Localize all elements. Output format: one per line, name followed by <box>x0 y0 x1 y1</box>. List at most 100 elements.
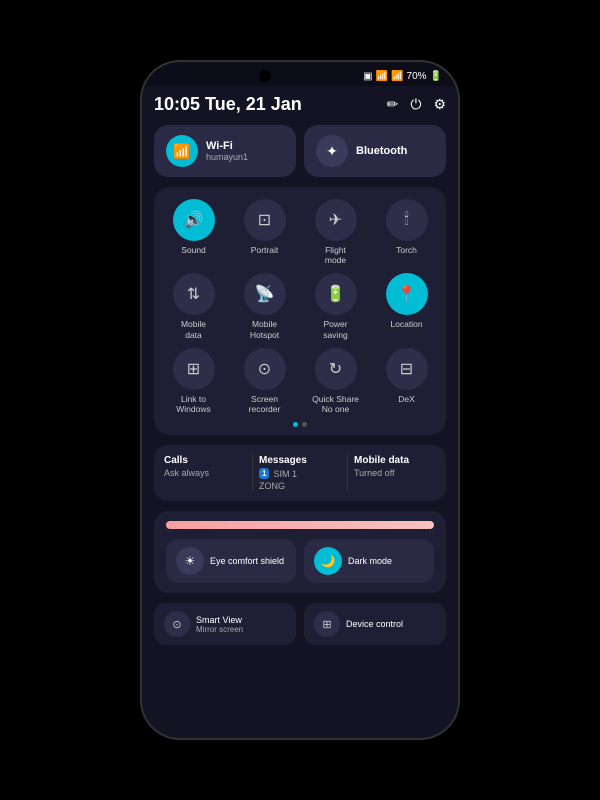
brightness-section: ☀ Eye comfort shield 🌙 Dark mode <box>154 511 446 593</box>
bluetooth-label: Bluetooth <box>356 145 407 157</box>
flight-label: Flight mode <box>325 245 346 265</box>
sim-number-badge: 1 <box>259 468 269 479</box>
quick-item-mobile-data[interactable]: ⇅ Mobile data <box>162 273 225 339</box>
dark-mode-icon: 🌙 <box>314 547 342 575</box>
comfort-row: ☀ Eye comfort shield 🌙 Dark mode <box>166 539 434 583</box>
device-control-icon: ⊞ <box>314 611 340 637</box>
link-windows-icon: ⊞ <box>173 348 215 390</box>
page-dot-1 <box>293 422 298 427</box>
header-row: 10:05 Tue, 21 Jan ✏ ⏻ ⚙ <box>154 94 446 115</box>
bottom-tile-device-control[interactable]: ⊞ Device control <box>304 603 446 645</box>
settings-icon[interactable]: ⚙ <box>433 96 446 113</box>
calls-title: Calls <box>164 455 246 466</box>
smart-view-icon: ⊙ <box>164 611 190 637</box>
messages-detail: 1 SIM 1 <box>259 468 341 479</box>
sim-network: SIM 1 <box>273 469 297 479</box>
notification-panel: 10:05 Tue, 21 Jan ✏ ⏻ ⚙ 📶 Wi-Fi humayun1… <box>142 86 458 738</box>
device-control-label: Device control <box>346 619 403 629</box>
quick-share-label: Quick Share No one <box>312 394 359 414</box>
bluetooth-icon: ✦ <box>316 135 348 167</box>
location-label: Location <box>390 319 422 329</box>
quick-grid: 🔊 Sound ⊡ Portrait ✈ Flight mode 🕯 Torch ⇅ Mobile… <box>162 199 438 414</box>
camera-notch <box>259 70 271 82</box>
phone-frame: ▣ 📶 📶 70% 🔋 10:05 Tue, 21 Jan ✏ ⏻ ⚙ 📶 Wi… <box>140 60 460 740</box>
calls-sub: Ask always <box>164 468 246 478</box>
quick-item-location[interactable]: 📍 Location <box>375 273 438 339</box>
mobile-data-icon: ⇅ <box>173 273 215 315</box>
screen-recorder-icon: ⊙ <box>244 348 286 390</box>
smart-view-label: Smart View <box>196 615 243 625</box>
dex-icon: ⊟ <box>386 348 428 390</box>
status-icons: ▣ 📶 📶 70% 🔋 <box>363 71 442 82</box>
flight-icon: ✈ <box>315 199 357 241</box>
eye-comfort-icon: ☀ <box>176 547 204 575</box>
bluetooth-tile[interactable]: ✦ Bluetooth <box>304 125 446 177</box>
carrier-name: ZONG <box>259 481 341 491</box>
sim-divider-2 <box>347 455 348 491</box>
dark-mode-label: Dark mode <box>348 556 392 566</box>
power-saving-icon: 🔋 <box>315 273 357 315</box>
header-icons: ✏ ⏻ ⚙ <box>387 96 446 113</box>
quick-item-quick-share[interactable]: ↻ Quick Share No one <box>304 348 367 414</box>
page-dot-2 <box>302 422 307 427</box>
torch-icon: 🕯 <box>386 199 428 241</box>
page-dots <box>162 422 438 427</box>
battery-icon: 🔋 <box>430 71 442 82</box>
wifi-tile[interactable]: 📶 Wi-Fi humayun1 <box>154 125 296 177</box>
comfort-item-eye-comfort[interactable]: ☀ Eye comfort shield <box>166 539 296 583</box>
bottom-row: ⊙ Smart ViewMirror screen ⊞ Device control <box>154 603 446 645</box>
status-bar: ▣ 📶 📶 70% 🔋 <box>142 62 458 86</box>
smart-view-text: Smart ViewMirror screen <box>196 615 243 634</box>
hotspot-icon: 📡 <box>244 273 286 315</box>
device-control-text: Device control <box>346 619 403 629</box>
power-icon[interactable]: ⏻ <box>410 96 421 113</box>
wifi-text: Wi-Fi humayun1 <box>206 140 248 162</box>
quick-item-screen-recorder[interactable]: ⊙ Screen recorder <box>233 348 296 414</box>
sim-divider-1 <box>252 455 253 491</box>
pencil-icon[interactable]: ✏ <box>387 96 399 113</box>
wifi-icon: 📶 <box>166 135 198 167</box>
screen-recorder-label: Screen recorder <box>249 394 281 414</box>
portrait-label: Portrait <box>251 245 278 255</box>
quick-item-torch[interactable]: 🕯 Torch <box>375 199 438 265</box>
quick-grid-section: 🔊 Sound ⊡ Portrait ✈ Flight mode 🕯 Torch ⇅ Mobile… <box>154 187 446 435</box>
quick-share-icon: ↻ <box>315 348 357 390</box>
quick-item-link-windows[interactable]: ⊞ Link to Windows <box>162 348 225 414</box>
wifi-network-name: humayun1 <box>206 152 248 162</box>
wifi-label: Wi-Fi <box>206 140 248 152</box>
brightness-bar[interactable] <box>166 521 434 529</box>
quick-item-dex[interactable]: ⊟ DeX <box>375 348 438 414</box>
torch-label: Torch <box>396 245 417 255</box>
bottom-tile-smart-view[interactable]: ⊙ Smart ViewMirror screen <box>154 603 296 645</box>
portrait-icon: ⊡ <box>244 199 286 241</box>
bluetooth-text: Bluetooth <box>356 145 407 157</box>
mobile-data-sub: Turned off <box>354 468 436 478</box>
comfort-item-dark-mode[interactable]: 🌙 Dark mode <box>304 539 434 583</box>
sound-icon: 🔊 <box>173 199 215 241</box>
quick-item-power-saving[interactable]: 🔋 Power saving <box>304 273 367 339</box>
dex-label: DeX <box>398 394 415 404</box>
smart-view-sublabel: Mirror screen <box>196 625 243 634</box>
hotspot-label: Mobile Hotspot <box>250 319 279 339</box>
mobile-data-option[interactable]: Mobile data Turned off <box>354 455 436 491</box>
quick-item-flight[interactable]: ✈ Flight mode <box>304 199 367 265</box>
power-saving-label: Power saving <box>323 319 348 339</box>
quick-tiles-row: 📶 Wi-Fi humayun1 ✦ Bluetooth <box>154 125 446 177</box>
link-windows-label: Link to Windows <box>176 394 210 414</box>
battery-percent: 70% <box>407 71 427 82</box>
time-display: 10:05 Tue, 21 Jan <box>154 94 302 115</box>
sim-icon: ▣ <box>363 71 372 82</box>
calls-option[interactable]: Calls Ask always <box>164 455 246 491</box>
sound-label: Sound <box>181 245 206 255</box>
messages-option[interactable]: Messages 1 SIM 1 ZONG <box>259 455 341 491</box>
quick-item-hotspot[interactable]: 📡 Mobile Hotspot <box>233 273 296 339</box>
location-icon: 📍 <box>386 273 428 315</box>
mobile-data-label: Mobile data <box>181 319 206 339</box>
quick-item-portrait[interactable]: ⊡ Portrait <box>233 199 296 265</box>
messages-title: Messages <box>259 455 341 466</box>
quick-item-sound[interactable]: 🔊 Sound <box>162 199 225 265</box>
eye-comfort-label: Eye comfort shield <box>210 556 284 566</box>
sim-section: Calls Ask always Messages 1 SIM 1 ZONG M… <box>154 445 446 501</box>
mobile-data-title: Mobile data <box>354 455 436 466</box>
wifi-status-icon: 📶 <box>376 71 388 82</box>
